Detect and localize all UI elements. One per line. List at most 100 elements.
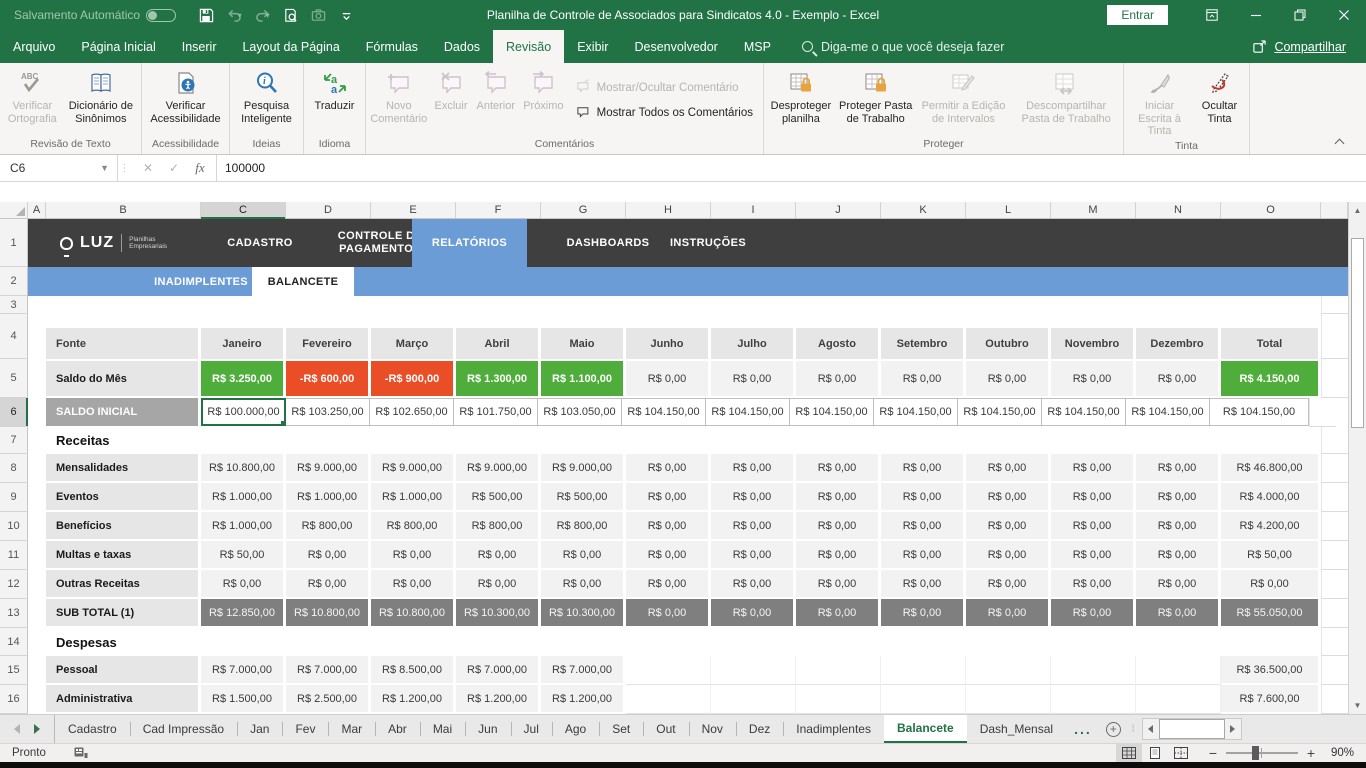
cell-i15[interactable]	[711, 656, 796, 685]
zoom-in-icon[interactable]: +	[1306, 745, 1316, 761]
row-header-4[interactable]: 4	[0, 314, 28, 359]
cell-h15[interactable]	[626, 656, 711, 685]
cell-h10[interactable]: R$ 0,00	[626, 512, 708, 539]
accessibility-status-icon[interactable]	[74, 747, 88, 759]
row-header-8[interactable]: 8	[0, 454, 28, 483]
row-header-14[interactable]: 14	[0, 628, 28, 656]
cell-m10[interactable]: R$ 0,00	[1051, 512, 1133, 539]
sheet-tab-ago[interactable]: Ago	[552, 715, 599, 743]
cell-c13[interactable]: R$ 12.850,00	[201, 599, 283, 626]
page-break-preview-icon[interactable]	[1168, 744, 1194, 763]
cell-e8[interactable]: R$ 9.000,00	[371, 454, 453, 481]
menu-tab-revisao[interactable]: Revisão	[493, 30, 564, 63]
cell-n16[interactable]	[1136, 685, 1221, 714]
cell-n6[interactable]: R$ 104.150,00	[1125, 398, 1210, 426]
cell-d9[interactable]: R$ 1.000,00	[286, 483, 368, 510]
menu-tab-dados[interactable]: Dados	[431, 30, 493, 63]
minimize-icon[interactable]	[1234, 0, 1278, 30]
cell-k13[interactable]: R$ 0,00	[881, 599, 963, 626]
cell-n5[interactable]: R$ 0,00	[1136, 361, 1218, 396]
scroll-left-icon[interactable]	[1143, 719, 1159, 739]
cell-h11[interactable]: R$ 0,00	[626, 541, 708, 568]
cell-c8[interactable]: R$ 10.800,00	[201, 454, 283, 481]
cell-o13[interactable]: R$ 55.050,00	[1221, 599, 1318, 626]
new-sheet-button[interactable]: +	[1100, 715, 1127, 743]
header-cell-julho[interactable]: Julho	[711, 328, 793, 359]
header-cell-marco[interactable]: Março	[371, 328, 453, 359]
cell-d15[interactable]: R$ 7.000,00	[286, 656, 368, 683]
cell-n8[interactable]: R$ 0,00	[1136, 454, 1218, 481]
column-header-j[interactable]: J	[796, 202, 881, 218]
cell-i6[interactable]: R$ 104.150,00	[705, 398, 790, 426]
row-label-administrativa[interactable]: Administrativa	[46, 685, 198, 712]
cell-e10[interactable]: R$ 800,00	[371, 512, 453, 539]
cell-o15[interactable]: R$ 36.500,00	[1221, 656, 1318, 683]
cell-i9[interactable]: R$ 0,00	[711, 483, 793, 510]
verificar-acessibilidade-button[interactable]: Verificar Acessibilidade	[144, 65, 227, 136]
cell-f13[interactable]: R$ 10.300,00	[456, 599, 538, 626]
selected-cell-c6[interactable]: R$ 100.000,00	[201, 398, 286, 426]
cell-o10[interactable]: R$ 4.200,00	[1221, 512, 1318, 539]
row-header-3[interactable]: 3	[0, 296, 28, 314]
cell-m8[interactable]: R$ 0,00	[1051, 454, 1133, 481]
cell-c16[interactable]: R$ 1.500,00	[201, 685, 283, 712]
column-header-a[interactable]: A	[28, 202, 46, 218]
row-label-saldo-inicial[interactable]: SALDO INICIAL	[46, 398, 198, 426]
cell-c15[interactable]: R$ 7.000,00	[201, 656, 283, 683]
cell-f15[interactable]: R$ 7.000,00	[456, 656, 538, 683]
row-header-12[interactable]: 12	[0, 570, 28, 599]
cell-h16[interactable]	[626, 685, 711, 714]
column-header-g[interactable]: G	[541, 202, 626, 218]
cell-n15[interactable]	[1136, 656, 1221, 685]
column-header-o[interactable]: O	[1221, 202, 1321, 218]
formula-input[interactable]: 100000	[217, 155, 1366, 181]
cell-f8[interactable]: R$ 9.000,00	[456, 454, 538, 481]
column-header-d[interactable]: D	[286, 202, 371, 218]
header-cell-total[interactable]: Total	[1221, 328, 1318, 359]
horizontal-scrollbar[interactable]	[1142, 718, 1242, 740]
restore-icon[interactable]	[1278, 0, 1322, 30]
cell-h12[interactable]: R$ 0,00	[626, 570, 708, 597]
cell-f12[interactable]: R$ 0,00	[456, 570, 538, 597]
column-header-l[interactable]: L	[966, 202, 1051, 218]
column-header-c[interactable]: C	[201, 202, 286, 218]
cell-e16[interactable]: R$ 1.200,00	[371, 685, 453, 712]
menu-tab-desenvolvedor[interactable]: Desenvolvedor	[621, 30, 730, 63]
header-cell-setembro[interactable]: Setembro	[881, 328, 963, 359]
cell-k8[interactable]: R$ 0,00	[881, 454, 963, 481]
row-header-16[interactable]: 16	[0, 685, 28, 714]
sheet-tab-jan[interactable]: Jan	[237, 715, 282, 743]
row-header-6[interactable]: 6	[0, 398, 28, 427]
cell-m13[interactable]: R$ 0,00	[1051, 599, 1133, 626]
cell-g10[interactable]: R$ 800,00	[541, 512, 623, 539]
row-header-9[interactable]: 9	[0, 483, 28, 512]
cell-e13[interactable]: R$ 10.800,00	[371, 599, 453, 626]
cell-m9[interactable]: R$ 0,00	[1051, 483, 1133, 510]
menu-tab-formulas[interactable]: Fórmulas	[353, 30, 431, 63]
sheet-tab-balancete[interactable]: Balancete	[884, 715, 967, 743]
row-label-beneficios[interactable]: Benefícios	[46, 512, 198, 539]
normal-view-icon[interactable]	[1116, 744, 1142, 763]
sheet-tab-cad-impressao[interactable]: Cad Impressão	[130, 715, 237, 743]
cell-l10[interactable]: R$ 0,00	[966, 512, 1048, 539]
sheet-tab-out[interactable]: Out	[643, 715, 688, 743]
cell-j8[interactable]: R$ 0,00	[796, 454, 878, 481]
cell-k6[interactable]: R$ 104.150,00	[873, 398, 958, 426]
cell-d8[interactable]: R$ 9.000,00	[286, 454, 368, 481]
sheet-tab-set[interactable]: Set	[599, 715, 643, 743]
cell-h9[interactable]: R$ 0,00	[626, 483, 708, 510]
header-cell-outubro[interactable]: Outubro	[966, 328, 1048, 359]
cell-k10[interactable]: R$ 0,00	[881, 512, 963, 539]
cell-l6[interactable]: R$ 104.150,00	[957, 398, 1042, 426]
cell-g13[interactable]: R$ 10.300,00	[541, 599, 623, 626]
sheet-tab-dash-mensal[interactable]: Dash_Mensal	[967, 715, 1066, 743]
cell-d5[interactable]: -R$ 600,00	[286, 361, 368, 396]
cell-j16[interactable]	[796, 685, 881, 714]
row-header-2[interactable]: 2	[0, 267, 28, 296]
cell-m11[interactable]: R$ 0,00	[1051, 541, 1133, 568]
menu-tab-arquivo[interactable]: Arquivo	[0, 30, 68, 63]
header-cell-fevereiro[interactable]: Fevereiro	[286, 328, 368, 359]
cell-n10[interactable]: R$ 0,00	[1136, 512, 1218, 539]
header-cell-abril[interactable]: Abril	[456, 328, 538, 359]
header-cell-fonte[interactable]: Fonte	[46, 328, 198, 359]
